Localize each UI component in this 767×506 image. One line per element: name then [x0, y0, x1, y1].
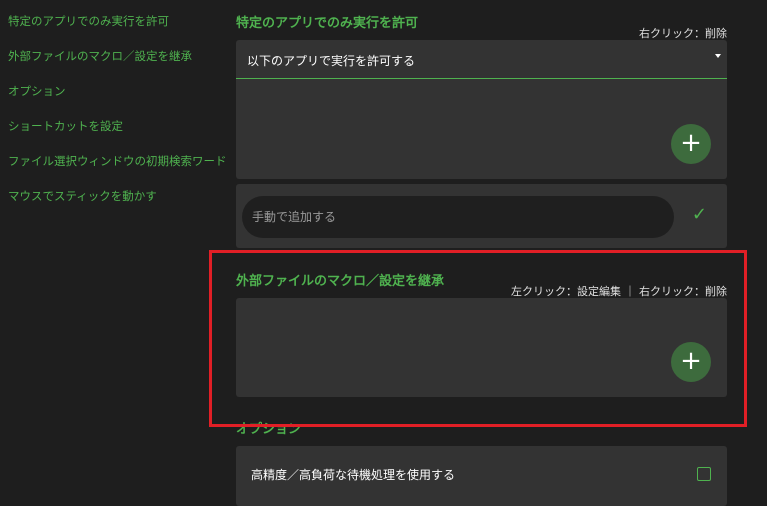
allowed-apps-hint: 右クリック：削除	[639, 27, 727, 40]
sidebar-item-inherit-macro[interactable]: 外部ファイルのマクロ／設定を継承	[8, 48, 192, 64]
high-precision-label: 高精度／高負荷な待機処理を使用する	[251, 468, 456, 482]
sidebar-item-allowed-apps[interactable]: 特定のアプリでのみ実行を許可	[8, 13, 169, 29]
add-app-button[interactable]: +	[671, 124, 711, 164]
sidebar-item-shortcut[interactable]: ショートカットを設定	[8, 118, 123, 134]
caret-down-icon	[715, 54, 721, 58]
sidebar-item-file-search-word[interactable]: ファイル選択ウィンドウの初期検索ワード	[8, 153, 227, 169]
plus-icon: +	[680, 128, 702, 158]
add-macro-file-button[interactable]: +	[671, 342, 711, 382]
inherit-macro-hint: 左クリック：設定編集 ｜ 右クリック：削除	[511, 285, 727, 298]
allowed-apps-mode-dropdown[interactable]: 以下のアプリで実行を許可する	[236, 40, 727, 79]
allowed-apps-list: +	[236, 79, 727, 179]
dropdown-selected-value: 以下のアプリで実行を許可する	[247, 54, 416, 68]
section-title-inherit-macro: 外部ファイルのマクロ／設定を継承	[236, 274, 445, 289]
settings-main: 特定のアプリでのみ実行を許可 右クリック：削除 以下のアプリで実行を許可する +…	[236, 0, 727, 506]
manual-add-input[interactable]	[242, 196, 674, 238]
sidebar: 特定のアプリでのみ実行を許可 外部ファイルのマクロ／設定を継承 オプション ショ…	[0, 0, 227, 499]
section-title-options: オプション	[236, 422, 302, 437]
manual-add-panel: ✓	[236, 184, 727, 248]
plus-icon: +	[680, 346, 702, 376]
inherit-macro-list: +	[236, 298, 727, 397]
sidebar-item-options[interactable]: オプション	[8, 83, 66, 99]
section-title-allowed-apps: 特定のアプリでのみ実行を許可	[236, 16, 419, 31]
high-precision-checkbox[interactable]	[697, 467, 711, 481]
confirm-check-icon[interactable]: ✓	[692, 204, 707, 225]
option-row-high-precision: 高精度／高負荷な待機処理を使用する	[236, 446, 727, 506]
sidebar-item-mouse-stick[interactable]: マウスでスティックを動かす	[8, 188, 157, 204]
